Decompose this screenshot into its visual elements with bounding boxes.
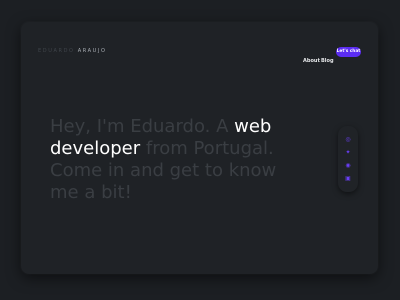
hero-heading: Hey, I'm Eduardo. A web developer from Po… — [50, 116, 310, 204]
linkedin-icon[interactable]: ▣ — [344, 175, 352, 183]
hero-highlight-developer: developer — [50, 138, 141, 159]
social-links-bar: ◎ ✦ ◉ ▣ — [338, 126, 358, 192]
github-icon[interactable]: ◉ — [344, 162, 352, 170]
nav-about-link[interactable]: About — [303, 58, 320, 64]
site-logo[interactable]: EDUARDO ARAUJO — [38, 48, 107, 54]
nav-item-blog[interactable]: Blog — [321, 47, 334, 64]
nav-blog-link[interactable]: Blog — [321, 58, 334, 64]
twitter-icon[interactable]: ✦ — [344, 149, 352, 157]
logo-first-name: EDUARDO — [38, 48, 75, 54]
lets-chat-button[interactable]: Let's chat — [336, 47, 361, 57]
dribbble-icon[interactable]: ◎ — [344, 136, 352, 144]
nav-item-about[interactable]: About — [303, 47, 320, 64]
hero-text-intro: Hey, I'm Eduardo. A — [50, 116, 235, 137]
logo-last-name: ARAUJO — [77, 48, 107, 54]
hero-highlight-web: web — [234, 116, 272, 137]
